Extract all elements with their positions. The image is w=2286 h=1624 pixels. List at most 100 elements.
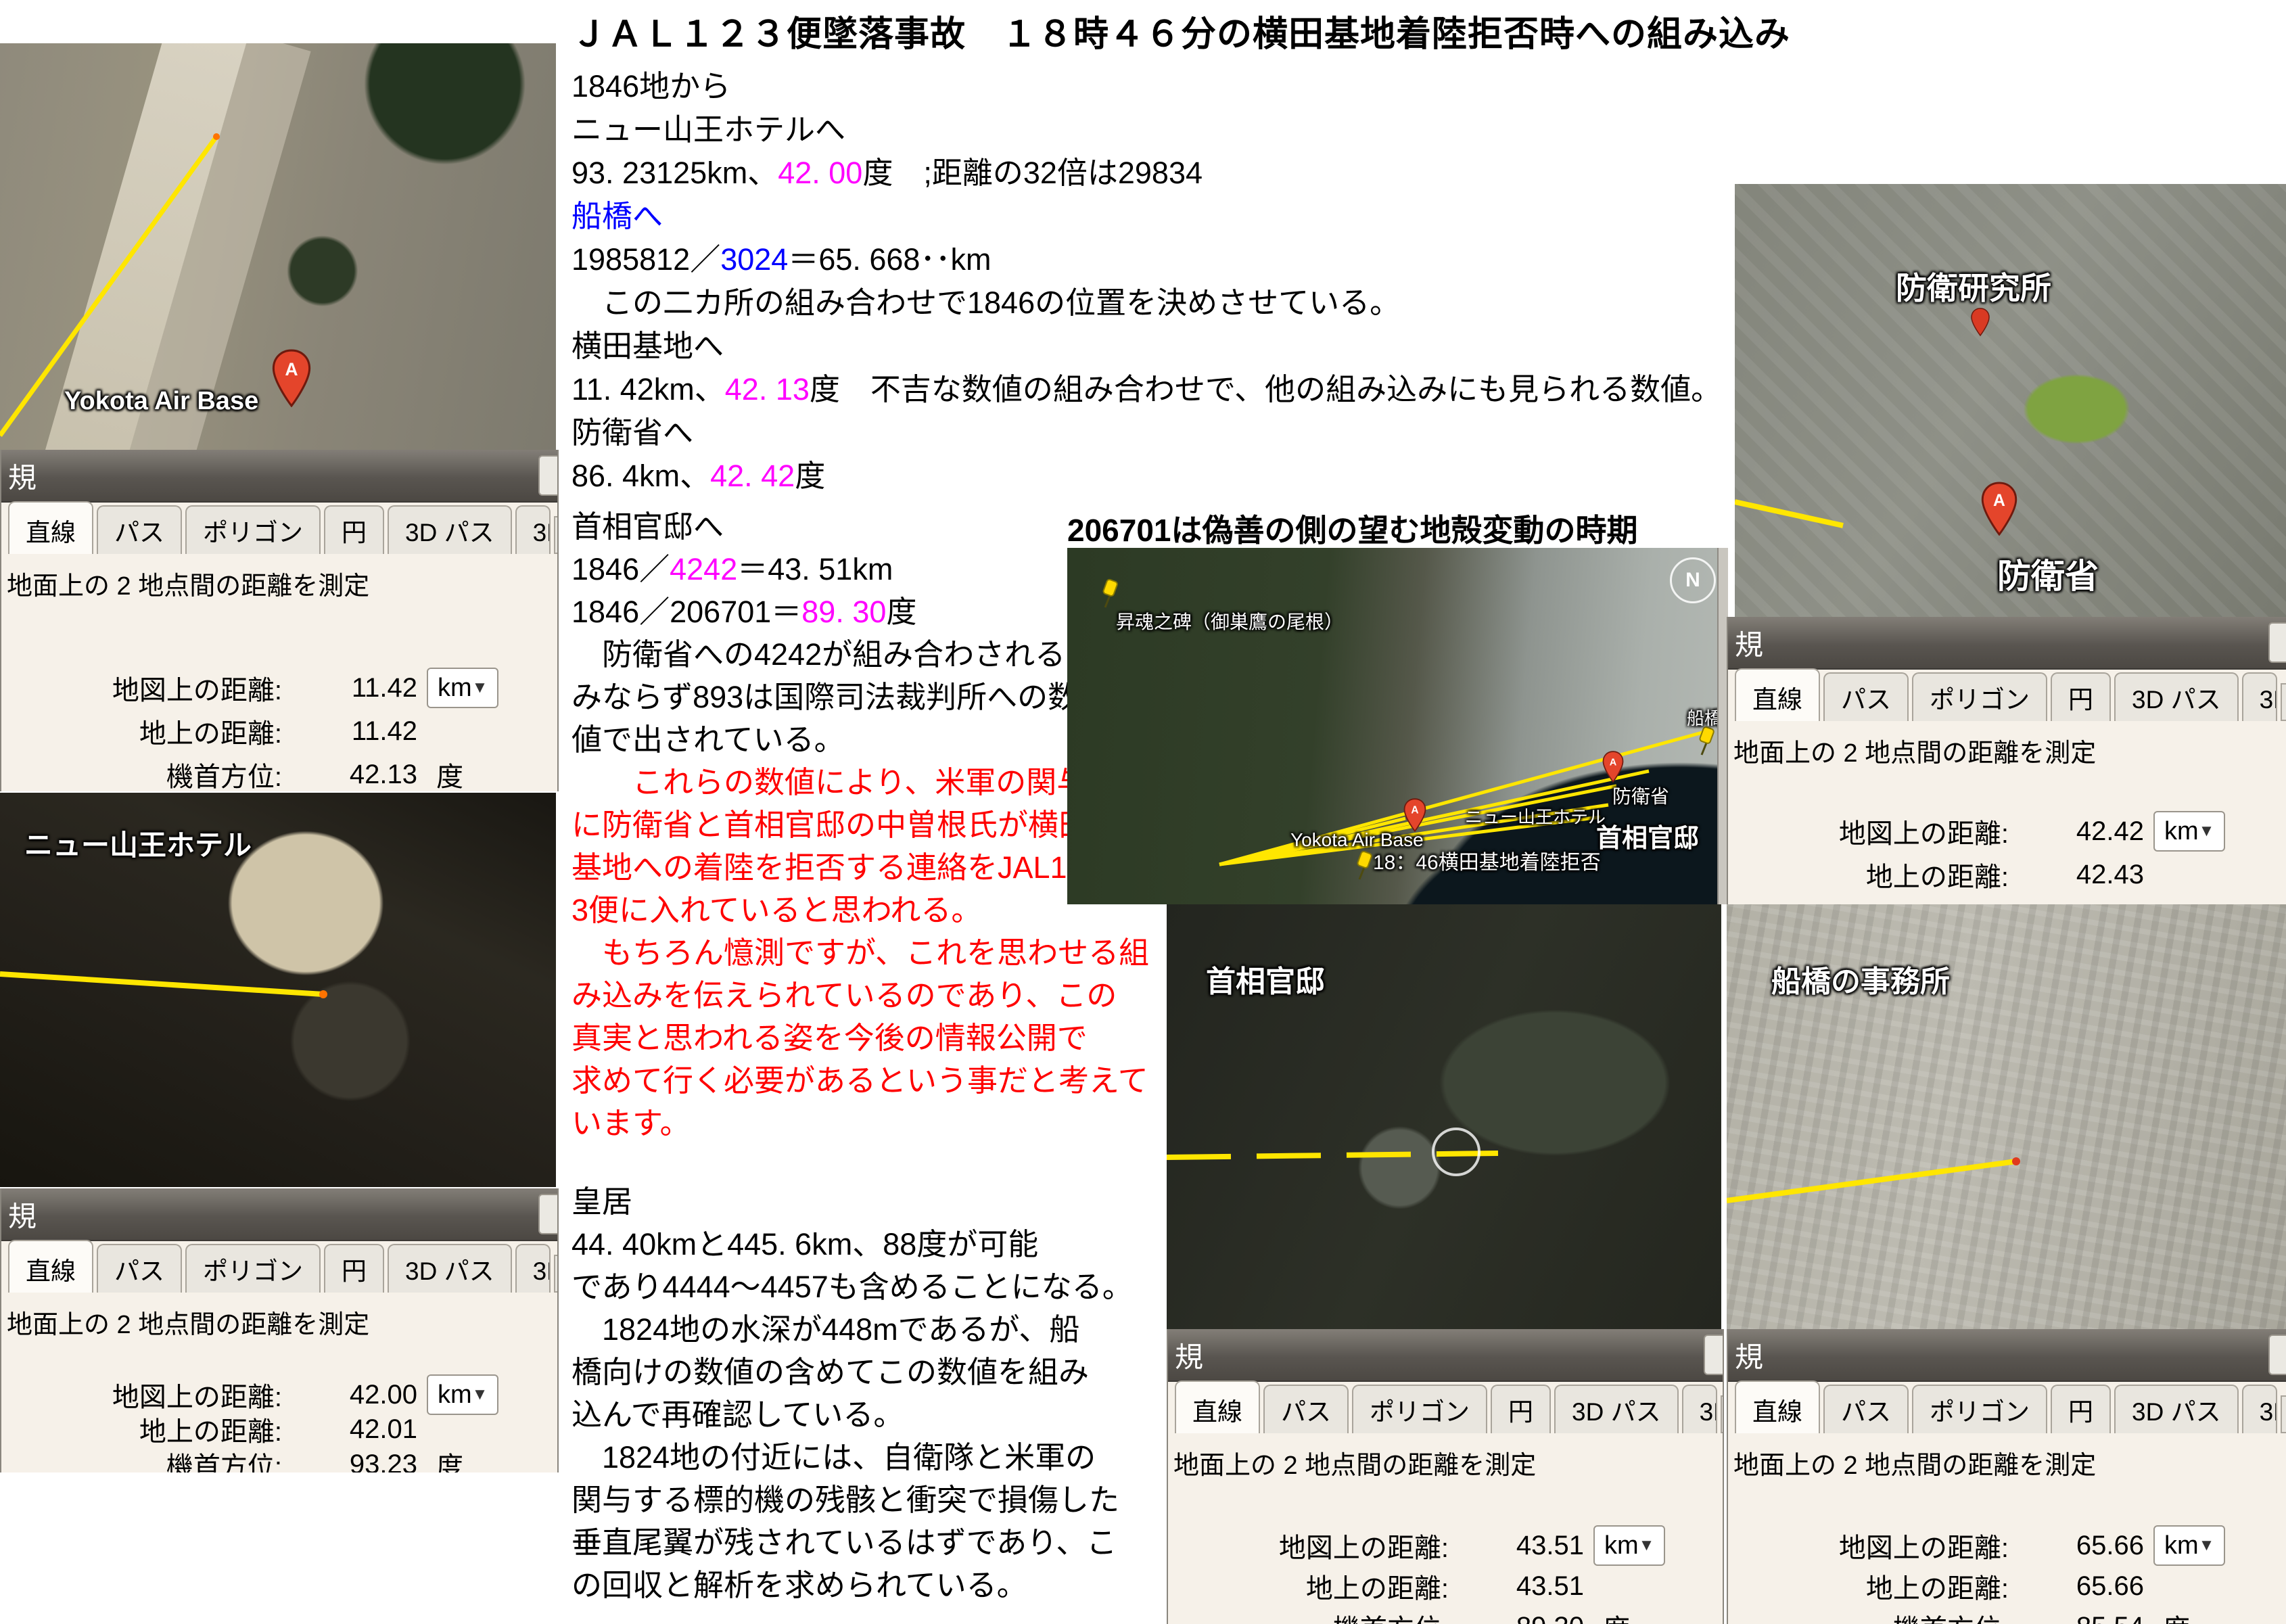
unit-value: km <box>2164 817 2199 846</box>
text-segment: であり4444～4457も含めることになる。 <box>572 1270 1133 1304</box>
ruler-tab-1[interactable]: 直線 <box>1735 668 1820 721</box>
ruler-window-titlebar: 規 <box>1 450 557 503</box>
ruler-panel-funabashi: 規直線パスポリゴン円3D パス3D ポリゴン◄地面上の 2 地点間の距離を測定地… <box>1727 1329 2286 1624</box>
text-line: 防衛省への4242が組み合わされるの <box>572 633 1149 676</box>
ruler-tab-2[interactable]: パス <box>1823 672 1909 721</box>
text-line: 1846／206701＝89. 30度 <box>572 590 1149 633</box>
ruler-tab-5[interactable]: 3D パス <box>388 1244 512 1293</box>
text-segment: 込んで再確認している。 <box>572 1397 904 1432</box>
ruler-tab-4[interactable]: 円 <box>2051 1385 2111 1433</box>
ruler-row-1: 地図上の距離:42.00km▼ <box>1 1374 557 1410</box>
chevron-down-icon: ▼ <box>1639 1536 1655 1555</box>
ruler-row-value: 42.43 <box>2009 860 2144 890</box>
chevron-down-icon: ▼ <box>472 1385 488 1404</box>
tab-scroll-left-button[interactable]: ◄ <box>554 1255 559 1293</box>
ruler-tab-6[interactable]: 3D ポリゴン <box>2242 672 2277 721</box>
ruler-tab-5[interactable]: 3D パス <box>1554 1385 1679 1433</box>
ruler-tab-3[interactable]: ポリゴン <box>1912 1385 2047 1433</box>
text-segment: 求めて行く必要があるという事だと考えて <box>572 1063 1148 1098</box>
text-line: この二カ所の組み合わせで1846の位置を決めさせている。 <box>572 281 1721 325</box>
text-line: 基地への着陸を拒否する連絡をJAL12 <box>572 846 1149 889</box>
ruler-row-tail: km▼ <box>1593 1525 1724 1566</box>
ruler-row-value: 43.51 <box>1449 1571 1584 1602</box>
text-line: 1985812／3024＝65. 668･･km <box>572 238 1721 281</box>
text-line: 86. 4km、42. 42度 <box>572 455 1721 498</box>
tab-scroll-left-button[interactable]: ◄ <box>2281 1395 2286 1433</box>
page-canvas: ＪＡＬ１２３便墜落事故 １８時４６分の横田基地着陸拒否時への組み込み 1846地… <box>0 0 2286 1624</box>
ruler-tab-5[interactable]: 3D パス <box>388 505 512 554</box>
unit-select[interactable]: km▼ <box>2153 1525 2225 1566</box>
text-segment: 3024 <box>720 242 788 277</box>
ruler-tab-3[interactable]: ポリゴン <box>185 505 321 554</box>
ruler-tab-6[interactable]: 3D ポリゴン <box>2242 1385 2277 1433</box>
ruler-tab-2[interactable]: パス <box>1823 1385 1909 1433</box>
text-line: これらの数値により、米軍の関与の元 <box>572 761 1149 804</box>
map-overview-kanto: N 昇魂之碑（御巣鷹の尾根） Yokota Air Base A 18：46横田… <box>1067 548 1727 904</box>
text-segment: います。 <box>572 1106 691 1140</box>
unit-select[interactable]: km▼ <box>427 668 498 708</box>
ruler-tab-3[interactable]: ポリゴン <box>1912 672 2047 721</box>
ruler-row-value: 85.54 <box>2009 1612 2144 1624</box>
ruler-tab-1[interactable]: 直線 <box>8 501 93 554</box>
text-line: み込みを伝えられているのであり、この <box>572 974 1149 1017</box>
text-line: 関与する標的機の残骸と衝突で損傷した <box>572 1479 1133 1521</box>
unit-select[interactable]: km▼ <box>427 1374 498 1415</box>
ruler-tab-2[interactable]: パス <box>97 1244 182 1293</box>
ruler-tab-3[interactable]: ポリゴン <box>185 1244 321 1293</box>
ruler-row-label: 機首方位: <box>39 1445 282 1472</box>
ruler-tab-5[interactable]: 3D パス <box>2114 1385 2239 1433</box>
unit-select[interactable]: km▼ <box>1593 1525 1665 1566</box>
ruler-tab-6[interactable]: 3D ポリゴン <box>515 505 551 554</box>
text-line: みならず893は国際司法裁判所への数 <box>572 676 1149 718</box>
text-segment: 基地への着陸を拒否する連絡をJAL12 <box>572 850 1084 885</box>
ruler-row-3: 機首方位:89.30度 <box>1168 1606 1723 1624</box>
ruler-row-3: 機首方位:85.54度 <box>1728 1606 2286 1624</box>
ruler-row-tail: 度 <box>427 755 559 791</box>
map-pin-a-icon: A <box>1403 798 1427 832</box>
unit-select[interactable]: km▼ <box>2153 811 2225 852</box>
ruler-description: 地面上の 2 地点間の距離を測定 <box>7 565 557 602</box>
window-button-sliver <box>538 1194 557 1234</box>
ruler-tab-1[interactable]: 直線 <box>1735 1381 1820 1433</box>
text-line: 1846地から <box>572 65 1721 108</box>
ruler-tab-4[interactable]: 円 <box>2051 672 2111 721</box>
ruler-tab-4[interactable]: 円 <box>1491 1385 1551 1433</box>
degree-suffix: 度 <box>1603 1607 1630 1624</box>
window-button-sliver <box>1704 1335 1723 1375</box>
ruler-rows: 地図上の距離:11.42km▼地上の距離:11.42機首方位:42.13度 <box>1 666 557 791</box>
ruler-tab-4[interactable]: 円 <box>324 1244 384 1293</box>
ruler-row-label: 地図上の距離: <box>39 1375 282 1414</box>
ruler-tab-1[interactable]: 直線 <box>1175 1381 1260 1433</box>
ruler-row-value: 42.00 <box>282 1380 417 1410</box>
ruler-window-title: 規 <box>8 1194 37 1235</box>
map-kantei: 首相官邸 <box>1167 904 1721 1329</box>
tab-scroll-left-button[interactable]: ◄ <box>554 516 559 554</box>
ruler-row-2: 地上の距離:42.43 <box>1728 853 2286 896</box>
svg-text:A: A <box>1411 805 1418 816</box>
ruler-tab-5[interactable]: 3D パス <box>2114 672 2239 721</box>
text-line: います。 <box>572 1102 1149 1144</box>
chevron-down-icon: ▼ <box>472 678 488 697</box>
ruler-window-titlebar: 規 <box>1728 1329 2286 1382</box>
ruler-tab-4[interactable]: 円 <box>324 505 384 554</box>
ruler-tab-3[interactable]: ポリゴン <box>1352 1385 1487 1433</box>
text-line: 1824地の水深が448mであるが、船 <box>572 1308 1133 1351</box>
ruler-tab-1[interactable]: 直線 <box>8 1240 93 1293</box>
ruler-tab-6[interactable]: 3D ポリゴン <box>515 1244 551 1293</box>
ruler-tab-2[interactable]: パス <box>97 505 182 554</box>
tab-scroll-left-button[interactable]: ◄ <box>1721 1395 1724 1433</box>
ruler-tab-6[interactable]: 3D ポリゴン <box>1682 1385 1717 1433</box>
text-line: もちろん憶測ですが、これを思わせる組 <box>572 931 1149 974</box>
text-segment: 度 <box>795 459 825 493</box>
ruler-window-title: 規 <box>8 455 37 496</box>
measure-line-funabashi <box>1727 904 2286 1329</box>
ruler-row-value: 11.42 <box>282 673 417 703</box>
text-line: 垂直尾翼が残されているはずであり、こ <box>572 1521 1133 1564</box>
ruler-rows: 地図上の距離:42.00km▼地上の距離:42.01機首方位:93.23度 <box>1 1374 557 1472</box>
text-segment: ＝65. 668･･km <box>788 242 991 277</box>
tab-scroll-left-button[interactable]: ◄ <box>2281 683 2286 721</box>
text-line: 横田基地へ <box>572 325 1721 368</box>
ruler-tab-2[interactable]: パス <box>1263 1385 1349 1433</box>
text-segment: 皇居 <box>572 1184 632 1219</box>
window-button-sliver <box>538 455 557 496</box>
